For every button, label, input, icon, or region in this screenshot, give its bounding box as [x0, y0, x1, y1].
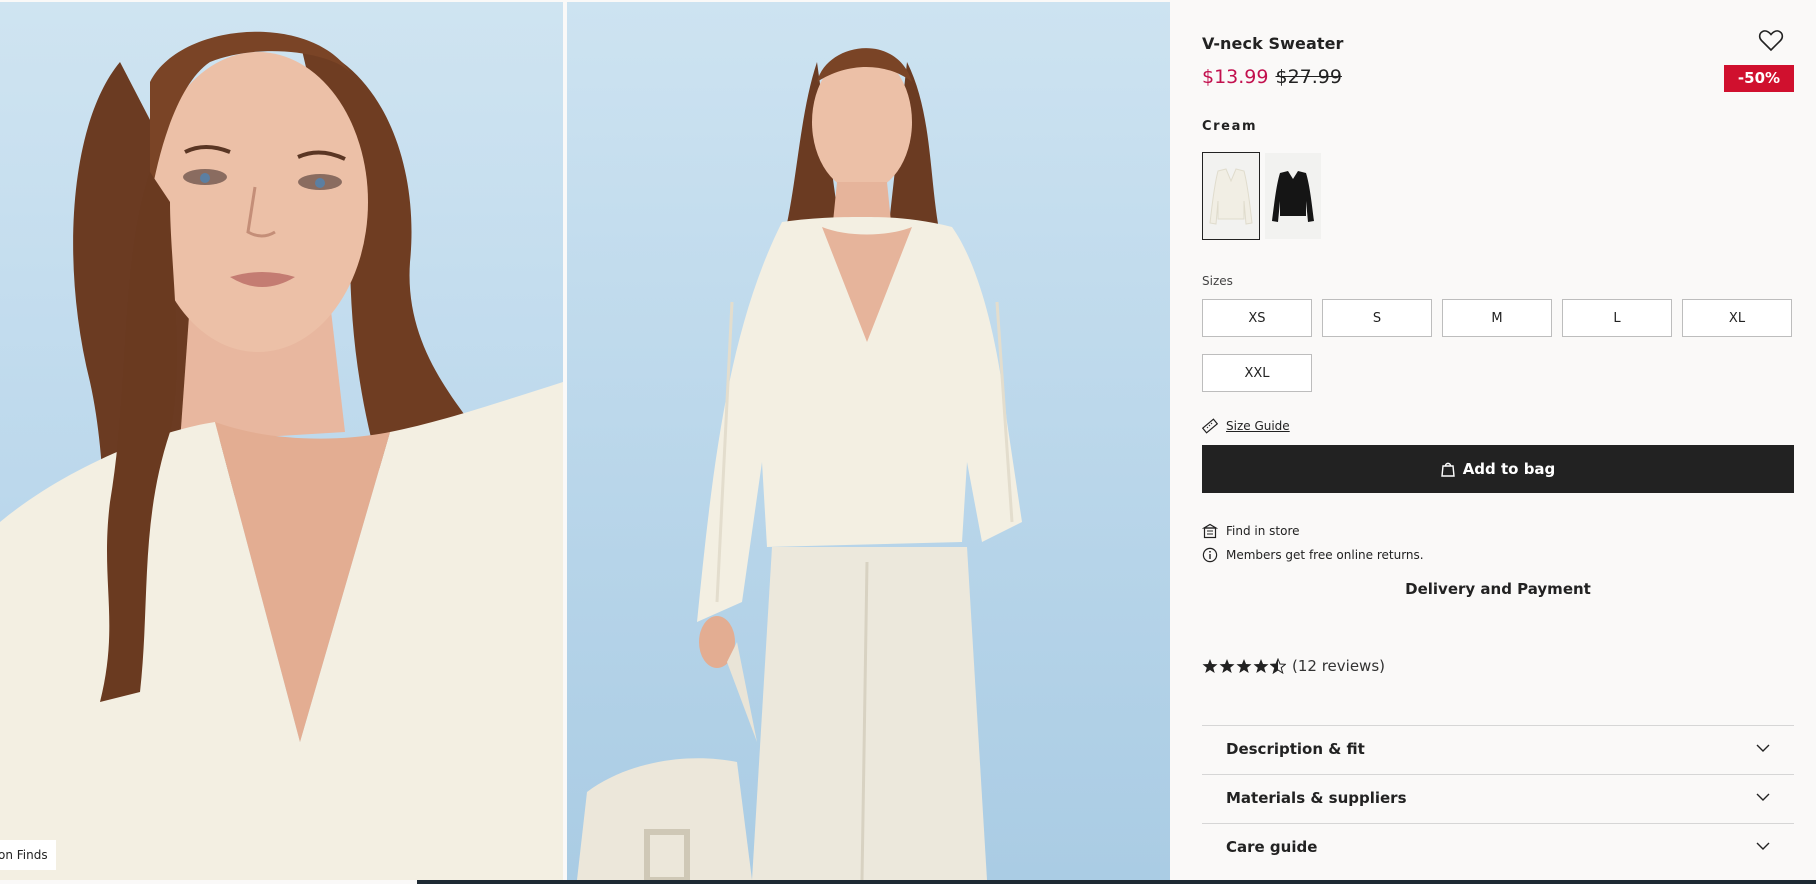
size-option-l[interactable]: L: [1562, 299, 1672, 337]
size-guide-label: Size Guide: [1226, 419, 1290, 433]
size-option-s[interactable]: S: [1322, 299, 1432, 337]
accordion-materials-suppliers[interactable]: Materials & suppliers: [1202, 774, 1794, 823]
star-icon: [1219, 659, 1235, 673]
black-sweater-thumbnail: [1272, 171, 1314, 222]
original-price: $27.99: [1275, 66, 1342, 88]
find-in-store-label: Find in store: [1226, 524, 1300, 538]
star-icon: [1253, 659, 1269, 673]
accordion-description-fit[interactable]: Description & fit: [1202, 725, 1794, 774]
store-icon: [1202, 523, 1218, 539]
accordion-label: Description & fit: [1226, 740, 1365, 758]
page-scroll-indicator: [417, 880, 1816, 884]
bag-icon: [1440, 462, 1455, 477]
wishlist-button[interactable]: [1758, 28, 1784, 54]
product-title: V-neck Sweater: [1202, 34, 1344, 53]
size-option-xs[interactable]: XS: [1202, 299, 1312, 337]
product-gallery: on Finds: [0, 0, 1170, 880]
discount-badge: -50%: [1724, 65, 1794, 92]
chevron-down-icon: [1756, 842, 1770, 850]
info-icon: [1202, 547, 1218, 563]
selected-color-label: Cream: [1202, 119, 1258, 134]
accordion-label: Care guide: [1226, 838, 1318, 856]
product-photo-fullbody[interactable]: [567, 2, 1170, 880]
size-option-m[interactable]: M: [1442, 299, 1552, 337]
heart-icon: [1758, 30, 1784, 52]
find-in-store-link[interactable]: Find in store: [1202, 523, 1300, 539]
star-icon: [1202, 659, 1218, 673]
swatch-black[interactable]: [1265, 153, 1321, 239]
star-icon: [1236, 659, 1252, 673]
sizes-label: Sizes: [1202, 274, 1233, 288]
members-returns-note: Members get free online returns.: [1202, 547, 1424, 563]
accordion-care-guide[interactable]: Care guide: [1202, 823, 1794, 872]
model-fullbody-illustration: [577, 48, 1022, 880]
size-option-xl[interactable]: XL: [1682, 299, 1792, 337]
rating-stars: [1202, 658, 1286, 674]
chevron-down-icon: [1756, 793, 1770, 801]
chevron-down-icon: [1756, 744, 1770, 752]
ruler-icon: [1202, 418, 1218, 434]
reviews-count: (12 reviews): [1292, 657, 1385, 675]
product-photo-closeup[interactable]: on Finds: [0, 2, 563, 880]
add-to-bag-button[interactable]: Add to bag: [1202, 445, 1794, 493]
swatch-cream[interactable]: [1202, 152, 1260, 240]
members-returns-label: Members get free online returns.: [1226, 548, 1424, 562]
size-guide-link[interactable]: Size Guide: [1202, 418, 1290, 434]
product-details-panel: V-neck Sweater $13.99 $27.99 -50% Cream S…: [1202, 0, 1794, 880]
sale-price: $13.99: [1202, 66, 1269, 88]
accordion-label: Materials & suppliers: [1226, 789, 1407, 807]
add-to-bag-label: Add to bag: [1462, 460, 1556, 478]
model-closeup-illustration: [0, 31, 563, 880]
delivery-and-payment-link[interactable]: Delivery and Payment: [1202, 580, 1794, 598]
size-option-xxl[interactable]: XXL: [1202, 354, 1312, 392]
photo-tag[interactable]: on Finds: [0, 840, 56, 870]
reviews-rating[interactable]: (12 reviews): [1202, 657, 1385, 675]
half-star-icon: [1270, 658, 1286, 674]
cream-sweater-thumbnail: [1209, 168, 1253, 225]
price-row: $13.99 $27.99: [1202, 66, 1342, 88]
